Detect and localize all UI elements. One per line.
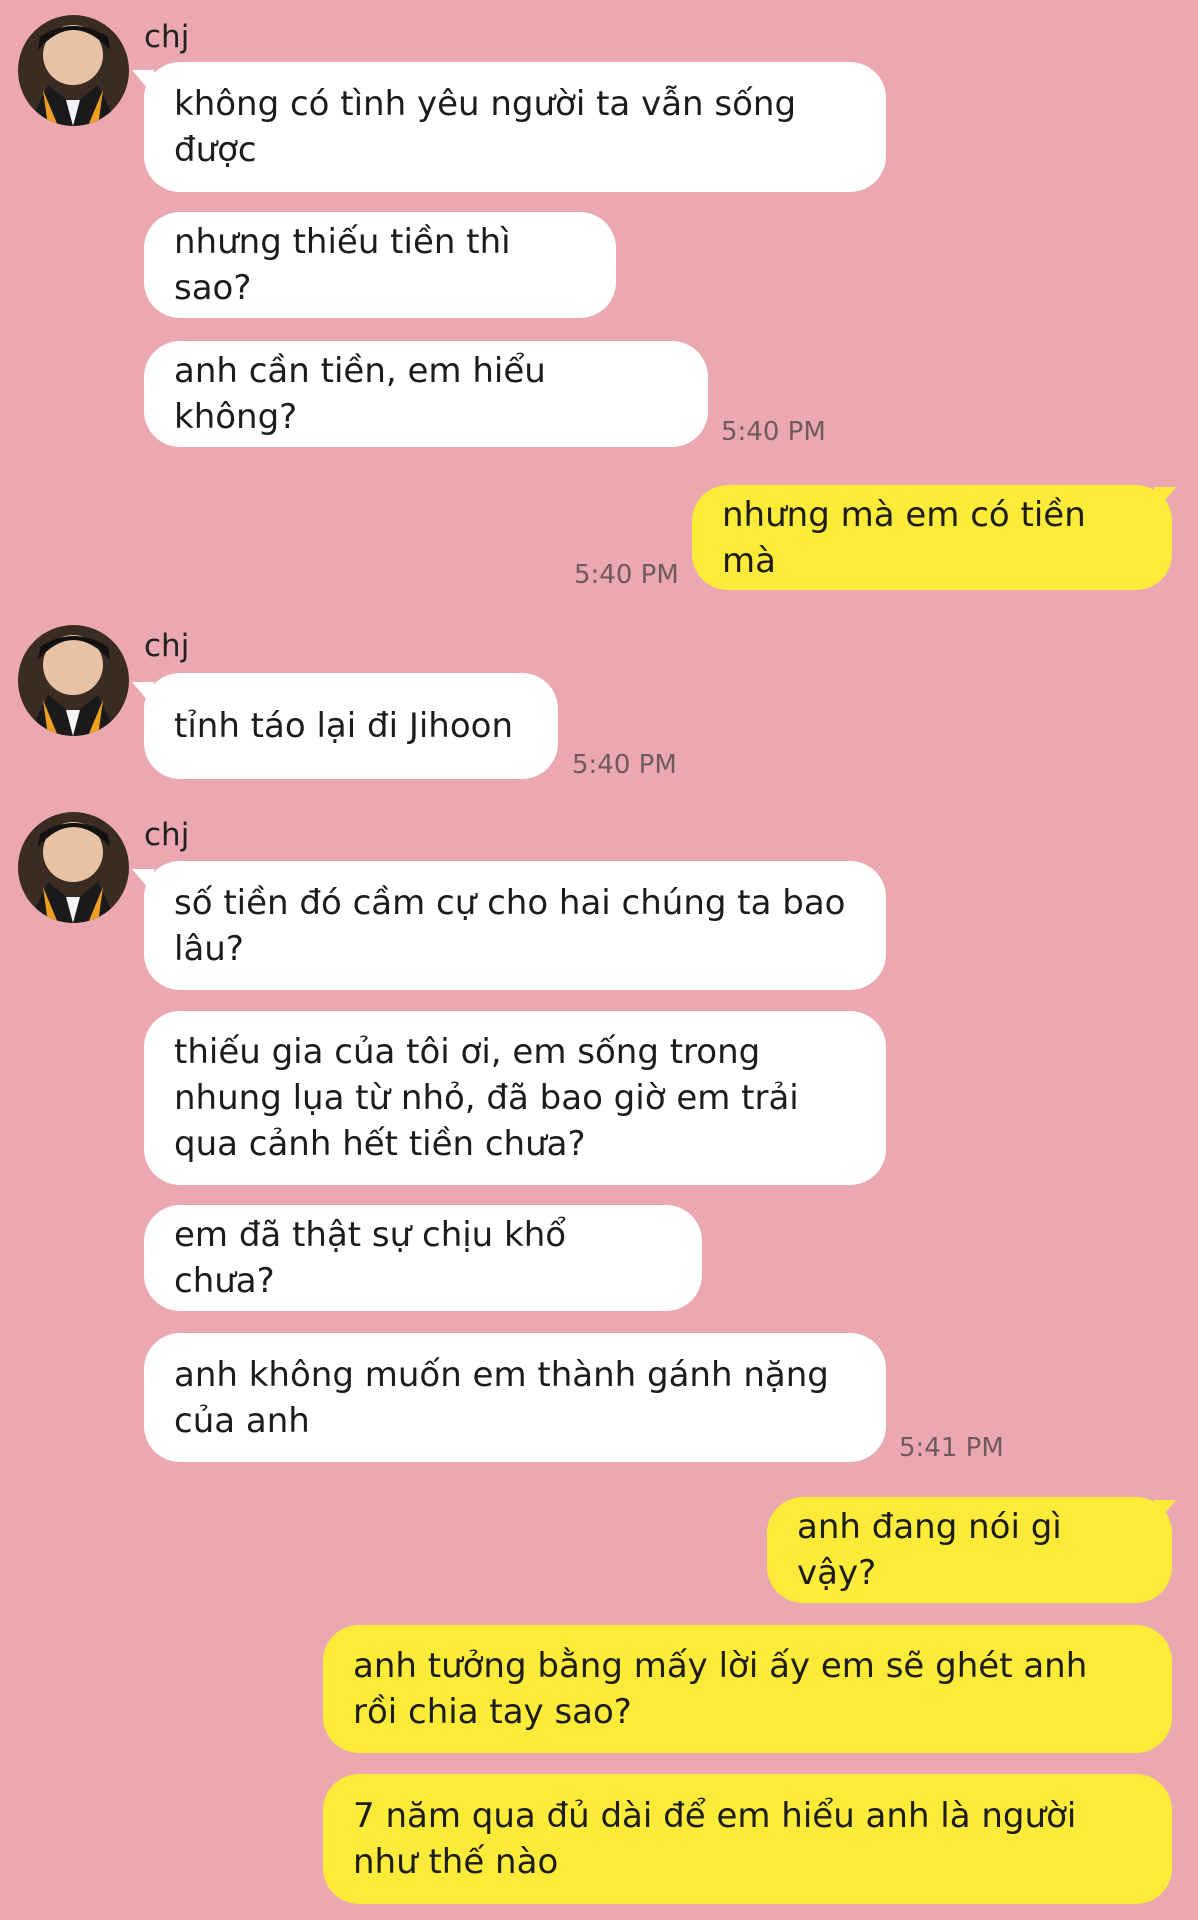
message-bubble[interactable]: em đã thật sự chịu khổ chưa? <box>144 1205 702 1311</box>
message-bubble[interactable]: số tiền đó cầm cự cho hai chúng ta bao l… <box>144 861 886 990</box>
avatar[interactable] <box>18 625 129 736</box>
message-bubble[interactable]: tỉnh táo lại đi Jihoon <box>144 673 558 779</box>
message-bubble[interactable]: anh cần tiền, em hiểu không? <box>144 341 708 447</box>
timestamp: 5:41 PM <box>899 1433 1004 1463</box>
message-bubble[interactable]: nhưng mà em có tiền mà <box>692 485 1172 590</box>
avatar[interactable] <box>18 812 129 923</box>
message-bubble[interactable]: thiếu gia của tôi ơi, em sống trong nhun… <box>144 1011 886 1185</box>
message-bubble[interactable]: không có tình yêu người ta vẫn sống được <box>144 62 886 192</box>
timestamp: 5:40 PM <box>721 417 826 447</box>
timestamp: 5:40 PM <box>572 750 677 780</box>
message-bubble[interactable]: anh không muốn em thành gánh nặng của an… <box>144 1333 886 1462</box>
sender-name: chj <box>144 628 190 664</box>
message-bubble[interactable]: anh tưởng bằng mấy lời ấy em sẽ ghét anh… <box>323 1625 1172 1753</box>
message-bubble[interactable]: anh đang nói gì vậy? <box>767 1497 1172 1603</box>
sender-name: chj <box>144 19 190 55</box>
sender-name: chj <box>144 817 190 853</box>
timestamp: 5:40 PM <box>574 560 679 590</box>
message-bubble[interactable]: 7 năm qua đủ dài để em hiểu anh là người… <box>323 1774 1172 1904</box>
avatar[interactable] <box>18 15 129 126</box>
message-bubble[interactable]: nhưng thiếu tiền thì sao? <box>144 212 616 318</box>
